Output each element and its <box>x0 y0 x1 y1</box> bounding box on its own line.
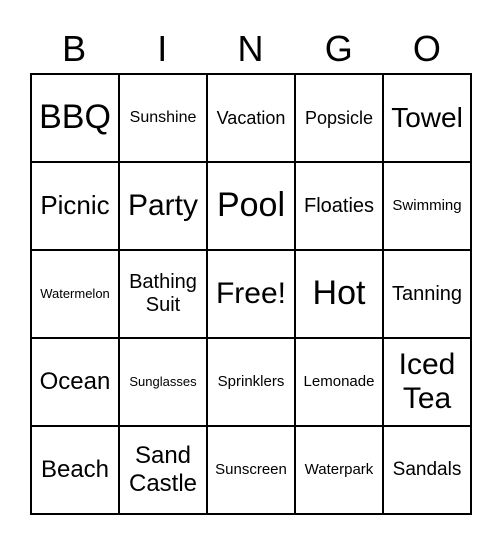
bingo-cell[interactable]: Sandals <box>383 426 471 514</box>
bingo-cell[interactable]: Swimming <box>383 162 471 250</box>
header-letter-i: I <box>157 28 168 69</box>
bingo-cell[interactable]: Sunglasses <box>119 338 207 426</box>
bingo-cell[interactable]: Hot <box>295 250 383 338</box>
free-space-cell[interactable]: Free! <box>207 250 295 338</box>
bingo-cell[interactable]: Popsicle <box>295 74 383 162</box>
bingo-cell[interactable]: BBQ <box>31 74 119 162</box>
bingo-cell[interactable]: Vacation <box>207 74 295 162</box>
bingo-cell[interactable]: Floaties <box>295 162 383 250</box>
bingo-cell[interactable]: Watermelon <box>31 250 119 338</box>
bingo-cell[interactable]: Sand Castle <box>119 426 207 514</box>
bingo-grid: BBQ Sunshine Vacation Popsicle Towel Pic… <box>30 73 472 515</box>
bingo-cell[interactable]: Pool <box>207 162 295 250</box>
bingo-cell[interactable]: Tanning <box>383 250 471 338</box>
bingo-cell[interactable]: Sunscreen <box>207 426 295 514</box>
bingo-cell[interactable]: Towel <box>383 74 471 162</box>
header-letter-g: G <box>324 28 353 69</box>
bingo-cell[interactable]: Lemonade <box>295 338 383 426</box>
header-letter-b: B <box>62 28 87 69</box>
bingo-cell[interactable]: Waterpark <box>295 426 383 514</box>
bingo-cell[interactable]: Bathing Suit <box>119 250 207 338</box>
bingo-cell[interactable]: Picnic <box>31 162 119 250</box>
bingo-cell[interactable]: Sunshine <box>119 74 207 162</box>
bingo-cell[interactable]: Party <box>119 162 207 250</box>
header-letter-n: N <box>237 28 264 69</box>
bingo-header: B I N G O <box>30 26 471 72</box>
bingo-cell[interactable]: Ocean <box>31 338 119 426</box>
bingo-cell[interactable]: Sprinklers <box>207 338 295 426</box>
header-letter-o: O <box>412 28 441 69</box>
bingo-cell[interactable]: Iced Tea <box>383 338 471 426</box>
bingo-cell[interactable]: Beach <box>31 426 119 514</box>
